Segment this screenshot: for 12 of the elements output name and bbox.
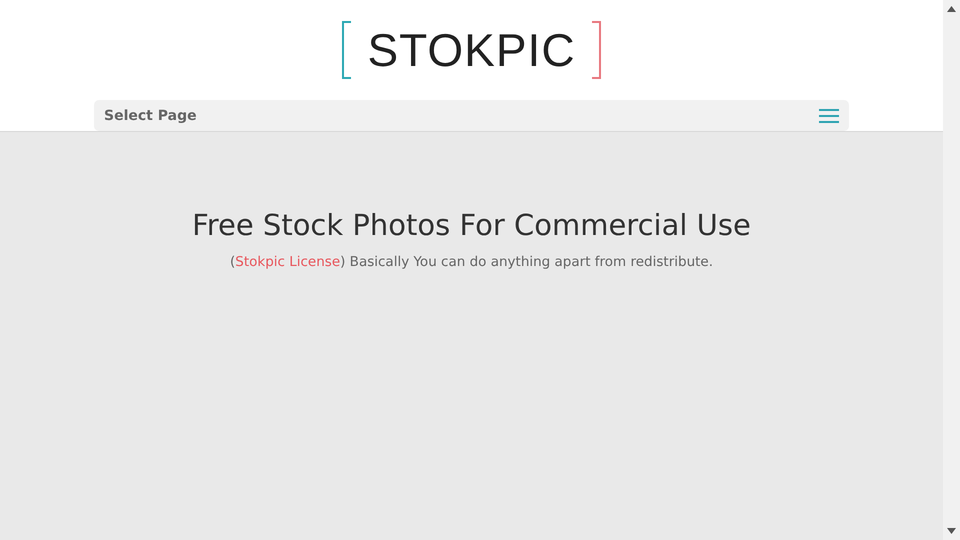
bracket-icon xyxy=(341,20,354,80)
hero-title: Free Stock Photos For Commercial Use xyxy=(192,208,751,242)
scroll-up-icon[interactable] xyxy=(947,6,956,12)
menu-label: Select Page xyxy=(104,108,197,124)
license-link[interactable]: Stokpic License xyxy=(235,254,340,270)
logo[interactable]: STOKPIC xyxy=(367,27,576,73)
menu-icon[interactable] xyxy=(819,108,839,124)
scrollbar[interactable] xyxy=(943,0,960,540)
bracket-icon xyxy=(590,20,602,80)
select-page-menu[interactable]: Select Page xyxy=(94,100,849,131)
hero-subtitle: (Stokpic License) Basically You can do anything apart from redistribute. xyxy=(230,254,714,270)
scroll-down-icon[interactable] xyxy=(947,528,956,534)
